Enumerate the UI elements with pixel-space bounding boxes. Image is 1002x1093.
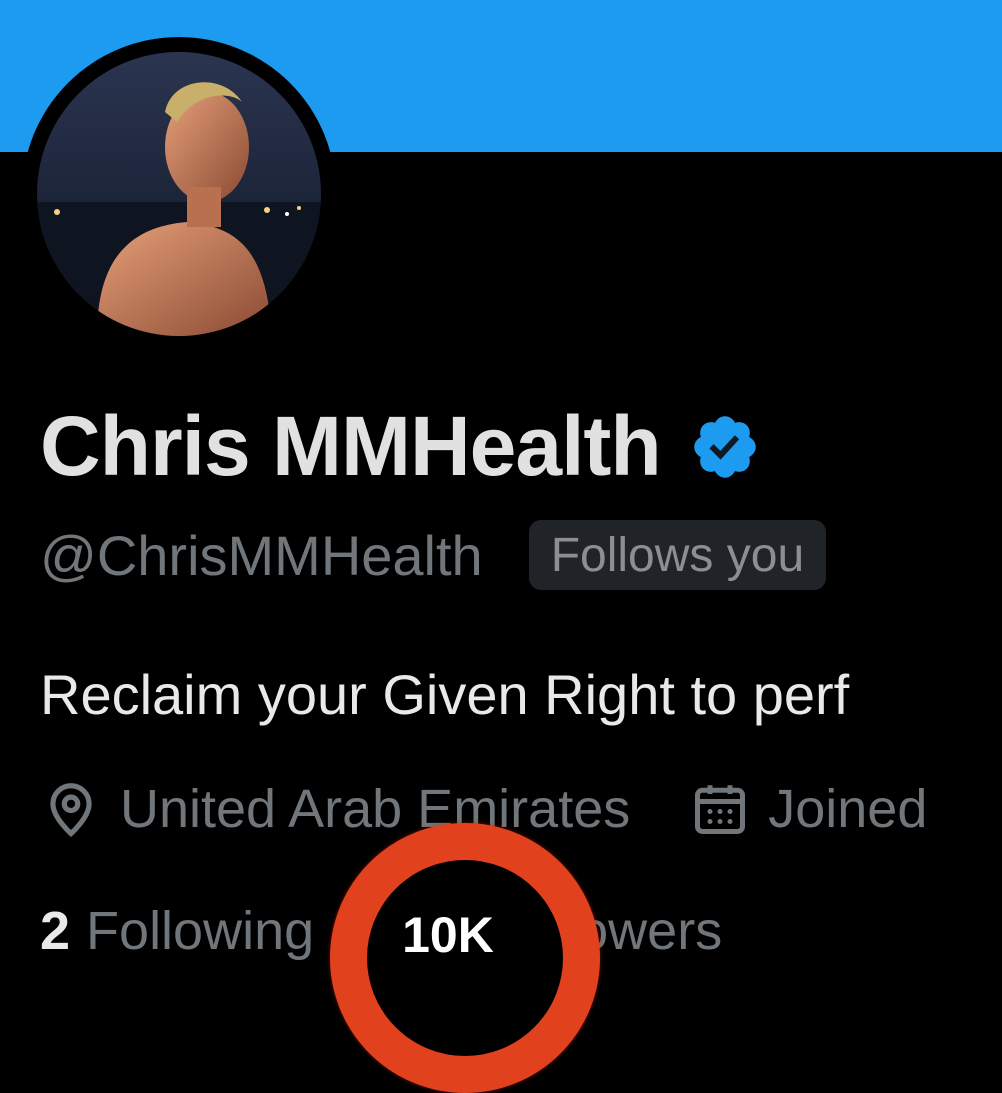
avatar[interactable]	[37, 52, 321, 336]
follows-you-badge: Follows you	[528, 520, 827, 590]
location-pin-icon	[50, 783, 92, 837]
name-row: Chris MMHealth	[40, 398, 761, 495]
following-label[interactable]: Following	[86, 900, 314, 962]
location-text: United Arab Emirates	[120, 779, 631, 839]
display-name: Chris MMHealth	[40, 399, 662, 493]
verified-badge-icon[interactable]	[689, 411, 761, 483]
calendar-icon	[695, 785, 746, 834]
avatar-photo	[37, 52, 321, 336]
following-count[interactable]: 2	[40, 900, 70, 962]
joined-text: Joined	[768, 779, 928, 839]
profile-bio: Reclaim your Given Right to perf	[40, 663, 850, 726]
followers-count-highlight: 10K	[402, 907, 494, 963]
handle-row: @ChrisMMHealth Follows you	[40, 520, 827, 590]
user-handle: @ChrisMMHealth	[40, 523, 483, 587]
